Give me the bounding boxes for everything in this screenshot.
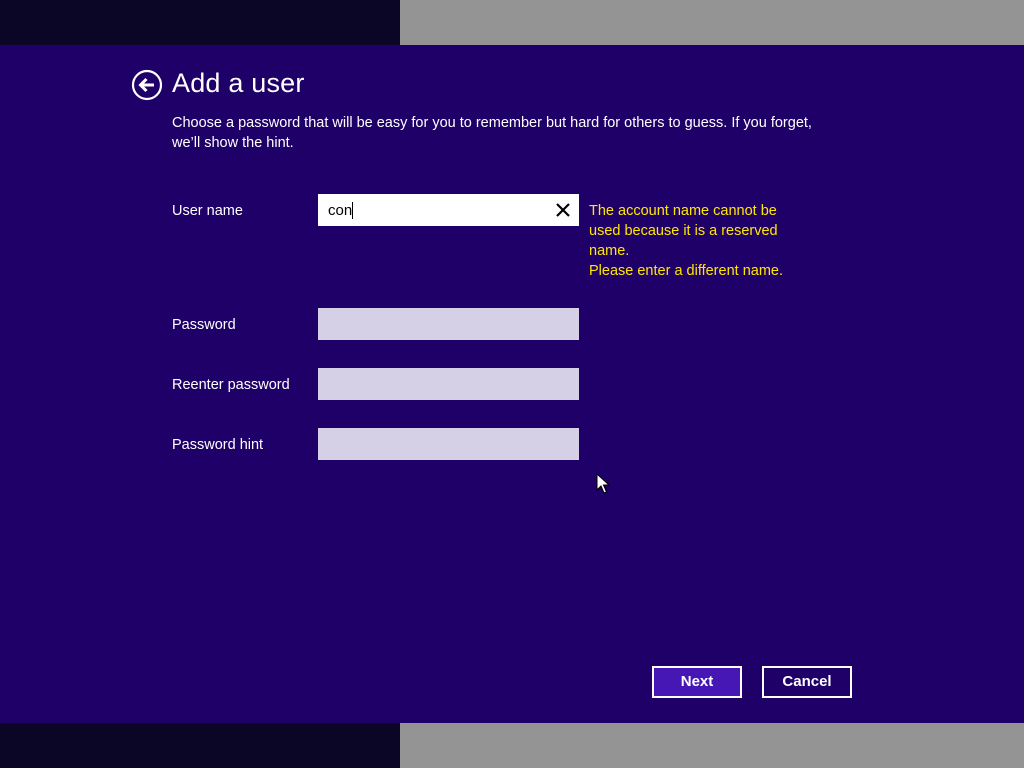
clear-username-button[interactable] [555, 202, 571, 218]
username-error-message: The account name cannot be used because … [589, 201, 819, 281]
error-line: Please enter a different name. [589, 263, 783, 279]
back-arrow-circle-icon [131, 69, 163, 101]
mouse-pointer-icon [596, 472, 611, 500]
page-title: Add a user [172, 68, 305, 98]
password-hint-label: Password hint [172, 437, 264, 453]
bottom-dark-band [0, 723, 400, 768]
window-frame: Add a user Choose a password that will b… [0, 0, 1024, 768]
instructions-text: Choose a password that will be easy for … [172, 115, 812, 151]
username-field[interactable] [318, 194, 579, 226]
error-line: The account name cannot be [589, 203, 777, 219]
reenter-password-input[interactable] [318, 368, 579, 400]
password-label: Password [172, 317, 236, 333]
error-line: used because it is a reserved [589, 223, 778, 239]
close-icon [556, 203, 570, 217]
add-user-panel: Add a user Choose a password that will b… [0, 45, 1024, 723]
username-label: User name [172, 203, 243, 219]
password-hint-input[interactable] [318, 428, 579, 460]
password-input[interactable] [318, 308, 579, 340]
back-button[interactable] [131, 69, 163, 101]
top-dark-band [0, 0, 400, 45]
error-line: name. [589, 243, 630, 259]
next-button[interactable]: Next [652, 666, 742, 698]
text-caret [352, 202, 353, 219]
cancel-button[interactable]: Cancel [762, 666, 852, 698]
reenter-password-label: Reenter password [172, 377, 290, 393]
